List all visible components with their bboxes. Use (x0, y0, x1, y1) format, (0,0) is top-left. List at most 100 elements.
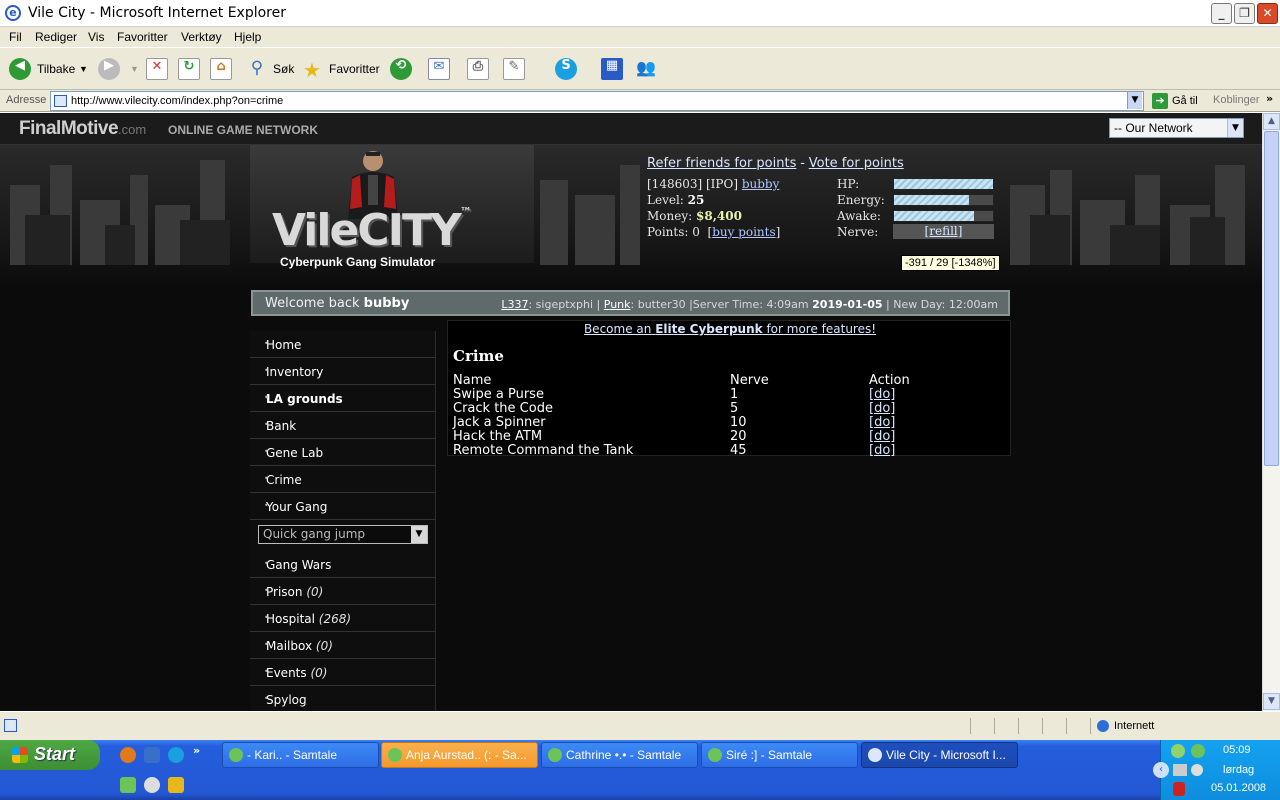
sidebar-item-la-grounds[interactable]: LA grounds (250, 385, 436, 412)
taskbar-button-vilecity[interactable]: Vile City - Microsoft I... (861, 742, 1018, 768)
do-crime-link[interactable]: [do] (869, 443, 895, 458)
msn-tray-icon[interactable] (1191, 744, 1205, 758)
meter-labels: HP: Energy: Awake: Nerve: (837, 176, 885, 240)
network-tray-icon[interactable] (1171, 744, 1185, 758)
refresh-icon[interactable]: ↻ (178, 58, 200, 80)
taskbar-button-kari[interactable]: - Kari.. - Samtale (222, 742, 379, 768)
online-gang-link-1[interactable]: L337 (501, 298, 528, 311)
ie-quicklaunch-icon[interactable] (168, 747, 184, 763)
sidebar-item-hospital[interactable]: Hospital (268) (250, 605, 436, 632)
minimize-button[interactable]: _ (1211, 3, 1232, 24)
print-icon[interactable]: ⎙ (467, 58, 489, 80)
search-icon[interactable]: ⚲ (246, 58, 268, 80)
history-icon[interactable]: ⟲ (390, 58, 412, 80)
menu-favorites[interactable]: Favoritter (117, 30, 168, 44)
volume-tray-icon[interactable] (1191, 764, 1203, 776)
start-button[interactable]: Start (0, 740, 100, 770)
points-label: Points: (647, 225, 689, 239)
winamp-icon[interactable] (168, 777, 184, 793)
sidebar-item-inventory[interactable]: Inventory (250, 358, 436, 385)
antivirus-tray-icon[interactable] (1173, 782, 1185, 796)
stop-icon[interactable]: ✕ (146, 58, 168, 80)
address-dropdown-icon[interactable]: ▼ (1127, 92, 1142, 109)
sidebar-item-gang-wars[interactable]: Gang Wars (250, 551, 436, 578)
player-name-link[interactable]: bubby (742, 177, 780, 191)
maximize-button[interactable]: ❐ (1234, 3, 1255, 24)
favorites-button[interactable]: Favoritter (329, 54, 380, 84)
promo-links: Refer friends for points - Vote for poin… (647, 156, 904, 171)
vertical-scrollbar[interactable]: ▲ ▼ (1262, 113, 1280, 711)
crime-nerve: 20 (730, 429, 747, 444)
back-arrow-icon[interactable]: ◀ (9, 58, 31, 80)
finalmotive-logo[interactable]: FinalMotive.com (19, 118, 146, 140)
edit-icon[interactable]: ✎ (503, 58, 525, 80)
media-player-icon[interactable] (144, 777, 160, 793)
scroll-up-icon[interactable]: ▲ (1263, 113, 1280, 130)
sidebar-item-your-gang[interactable]: Your Gang (250, 493, 436, 520)
sidebar-item-crime[interactable]: Crime (250, 466, 436, 493)
our-network-select[interactable]: -- Our Network ▼ (1109, 118, 1244, 138)
do-crime-link[interactable]: [do] (869, 401, 895, 416)
search-button[interactable]: Søk (273, 54, 294, 84)
forward-dropdown-icon[interactable]: ▼ (130, 54, 139, 84)
forward-arrow-icon[interactable]: ▶ (98, 58, 120, 80)
skype-icon[interactable]: S (555, 58, 577, 80)
do-crime-link[interactable]: [do] (869, 387, 895, 402)
sidebar-item-events[interactable]: Events (0) (250, 659, 436, 686)
quicklaunch-chevron-icon[interactable]: » (193, 744, 200, 757)
online-user-1: : sigeptxphi | (528, 298, 601, 311)
mail-icon[interactable]: ✉ (428, 58, 450, 80)
address-input[interactable]: http://www.vilecity.com/index.php?on=cri… (50, 91, 1144, 111)
back-dropdown-icon[interactable]: ▼ (79, 54, 88, 84)
finalmotive-logo-text: FinalMotive (19, 118, 119, 139)
sidebar-item-home[interactable]: Home (250, 331, 436, 358)
sidebar-item-mailbox[interactable]: Mailbox (0) (250, 632, 436, 659)
close-button[interactable]: ✕ (1257, 3, 1278, 24)
taskbar-button-anja[interactable]: Anja Aurstad.. (: - Sa... (381, 742, 538, 768)
scrollbar-thumb[interactable] (1264, 131, 1279, 466)
sidebar-item-bank[interactable]: Bank (250, 412, 436, 439)
msn-buddy-icon (229, 748, 243, 762)
table-row: Jack a Spinner 10 [do] (448, 415, 1012, 430)
vote-link[interactable]: Vote for points (809, 156, 904, 171)
menu-help[interactable]: Hjelp (234, 30, 261, 44)
scroll-down-icon[interactable]: ▼ (1263, 693, 1280, 710)
sidebar-item-spylog[interactable]: Spylog (250, 686, 436, 711)
level-label: Level: (647, 193, 684, 207)
do-crime-link[interactable]: [do] (869, 429, 895, 444)
favorites-star-icon[interactable]: ★ (301, 58, 323, 82)
sidebar-item-count: (0) (306, 585, 324, 599)
hardware-tray-icon[interactable] (1173, 764, 1187, 776)
explorer-icon[interactable] (144, 747, 160, 763)
links-toolbar[interactable]: Koblinger (1213, 94, 1259, 106)
menu-tools[interactable]: Verktøy (181, 30, 222, 44)
firefox-icon[interactable] (120, 747, 136, 763)
sidebar-item-prison[interactable]: Prison (0) (250, 578, 436, 605)
buy-points-link[interactable]: buy points (712, 225, 775, 239)
energy-bar (893, 194, 994, 206)
go-button[interactable]: ➔ Gå til (1152, 93, 1198, 109)
crime-panel: Become an Elite Cyberpunk for more featu… (447, 320, 1012, 458)
menu-view[interactable]: Vis (88, 30, 104, 44)
do-crime-link[interactable]: [do] (869, 415, 895, 430)
menu-edit[interactable]: Rediger (35, 30, 77, 44)
clock-date: 05.01.2008 (1211, 782, 1267, 794)
messenger-icon[interactable]: 👥 (635, 58, 657, 80)
online-gang-link-2[interactable]: Punk (604, 298, 631, 311)
back-button[interactable]: Tilbake (37, 54, 75, 84)
sidebar-item-gene-lab[interactable]: Gene Lab (250, 439, 436, 466)
menu-file[interactable]: Fil (9, 30, 22, 44)
vilecity-logo[interactable]: VileCITY™ (272, 205, 472, 256)
home-icon[interactable]: ⌂ (210, 58, 232, 80)
elite-upgrade-link[interactable]: Become an Elite Cyberpunk for more featu… (448, 321, 1012, 336)
nerve-refill-link[interactable]: [refill] (893, 224, 994, 239)
taskbar-button-cathrine[interactable]: Cathrine •.• - Samtale (541, 742, 698, 768)
server-time: : butter30 |Server Time: 4:09am (630, 298, 809, 311)
quick-gang-jump-select[interactable]: Quick gang jump ▼ (258, 525, 428, 544)
tray-expand-icon[interactable]: ‹ (1153, 762, 1169, 778)
taskbar-button-sire[interactable]: Siré :] - Samtale (701, 742, 858, 768)
messenger-quicklaunch-icon[interactable] (120, 777, 136, 793)
links-chevron-icon[interactable]: » (1266, 92, 1273, 105)
refer-friends-link[interactable]: Refer friends for points (647, 156, 796, 171)
research-icon[interactable]: ▦ (601, 58, 623, 80)
